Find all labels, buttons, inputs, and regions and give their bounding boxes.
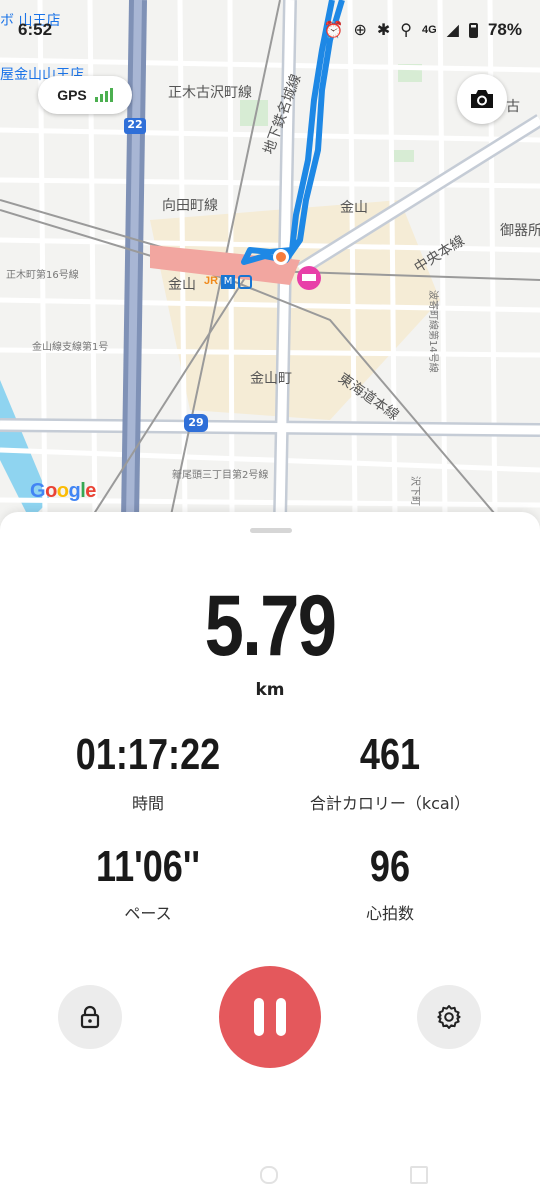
settings-button[interactable] [417, 985, 481, 1049]
lock-icon [80, 1005, 100, 1029]
calories-value: 461 [359, 730, 421, 779]
sheet-drag-handle[interactable] [250, 528, 292, 533]
pause-icon-bar [276, 998, 286, 1036]
map-label-masaki16: 正木町第16号線 [6, 270, 79, 281]
map-label-kanayamacho: 金山町 [250, 371, 292, 387]
battery-icon [468, 22, 478, 38]
time-label: 時間 [131, 794, 164, 813]
route-shield-29: 29 [188, 416, 204, 429]
pace-value: 11'06'' [95, 842, 201, 891]
gps-label: GPS [57, 87, 87, 103]
map-label-kanayama: 金山 [340, 200, 368, 216]
station-badges: JR M [204, 275, 253, 289]
calories-label: 合計カロリー（kcal） [309, 794, 471, 813]
pace-label: ペース [124, 904, 172, 923]
map-label-masaki: 正木古沢町線 [168, 85, 252, 101]
alarm-icon: ⏰ [323, 22, 344, 39]
bluetooth-icon: ✱ [376, 22, 391, 39]
heart-rate-value: 96 [369, 842, 411, 891]
battery-percent: 78% [487, 20, 522, 39]
nav-back-icon[interactable] [112, 1166, 130, 1184]
pause-icon [254, 998, 264, 1036]
map-label-top-right: 古 [506, 99, 520, 115]
gear-icon [437, 1005, 461, 1029]
signal-icon: ◢ [446, 22, 459, 39]
distance-unit: km [255, 680, 285, 700]
map-label-sawashita: 沢下町 [409, 476, 420, 506]
map-label-kanayama-station: 金山 [168, 277, 196, 293]
status-icons: ⏰ ⊕ ✱ ⚲ 4G ◢ 78% [324, 20, 522, 40]
time-value: 01:17:22 [75, 730, 221, 779]
map-label-namiyose: 波寄町線第14号線 [427, 290, 438, 373]
pause-button[interactable] [219, 966, 321, 1068]
map-label-mukaida: 向田町線 [162, 198, 218, 214]
jr-icon: JR [204, 275, 219, 287]
workout-sheet: 5.79 km 01:17:22 時間 461 合計カロリー（kcal） 11'… [0, 512, 540, 1200]
location-target-icon: ⊕ [353, 22, 367, 39]
camera-icon [471, 90, 493, 108]
map-label-kanayama-branch: 金山線支線第1号 [32, 342, 109, 353]
route-shield-22: 22 [127, 118, 143, 131]
meitetsu-icon: M [221, 275, 236, 289]
nav-recents-icon[interactable] [410, 1166, 428, 1184]
lock-button[interactable] [58, 985, 122, 1049]
location-pin-icon: ⚲ [400, 22, 412, 39]
status-bar: 6:52 ⏰ ⊕ ✱ ⚲ 4G ◢ 78% [0, 0, 540, 64]
heart-rate-label: 心拍数 [365, 904, 414, 923]
gps-signal-icon [94, 88, 113, 102]
distance-value: 5.79 [204, 578, 337, 674]
map-label-shinozu: 新尾頭三丁目第2号線 [172, 470, 269, 481]
nav-home-icon[interactable] [260, 1166, 278, 1184]
subway-icon [238, 275, 253, 289]
status-time: 6:52 [18, 20, 53, 39]
google-logo: Google [30, 480, 96, 502]
camera-button[interactable] [457, 74, 507, 124]
gps-status-chip[interactable]: GPS [38, 76, 132, 114]
network-type: 4G [421, 24, 437, 36]
map-label-gokiso: 御器所 [500, 223, 540, 239]
